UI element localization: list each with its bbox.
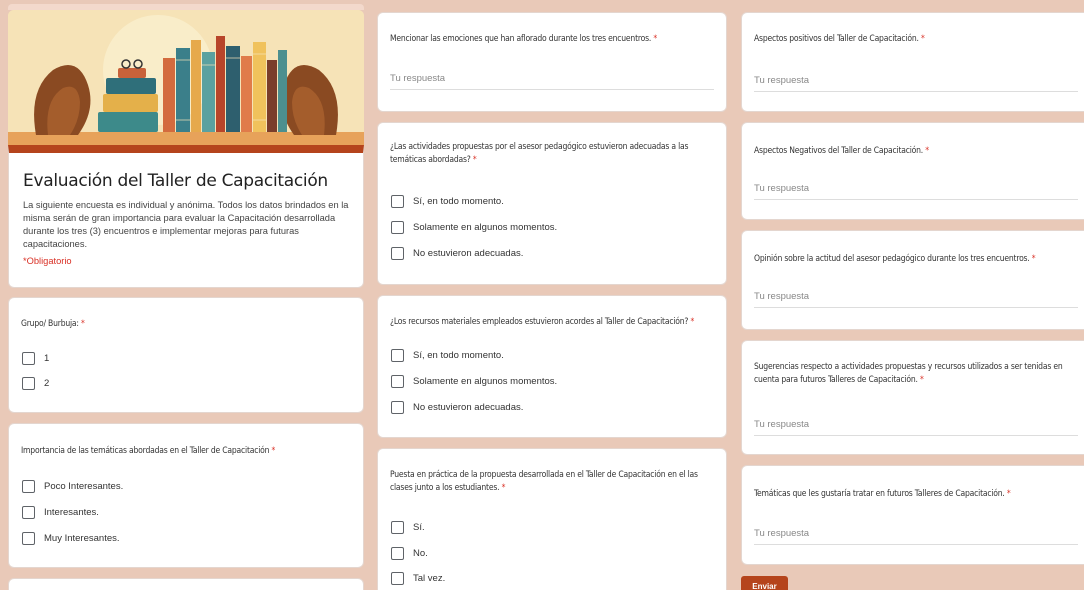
question-card-importancia: Importancia de las temáticas abordadas e… — [8, 423, 364, 568]
question-card-sugerencias: Sugerencias respecto a actividades propu… — [741, 340, 1084, 455]
checkbox-icon[interactable] — [391, 521, 404, 534]
question-card-opinion: Opinión sobre la actitud del asesor peda… — [741, 230, 1084, 330]
checkbox-icon[interactable] — [391, 221, 404, 234]
question-label: Puesta en práctica de la propuesta desar… — [390, 470, 698, 493]
question-label: ¿Los recursos materiales empleados estuv… — [390, 317, 695, 327]
question-label: ¿Las actividades propuestas por el aseso… — [390, 142, 689, 165]
checkbox-icon[interactable] — [391, 349, 404, 362]
checkbox-option[interactable]: Solamente en algunos momentos. — [391, 221, 557, 234]
checkbox-icon[interactable] — [22, 352, 35, 365]
checkbox-option[interactable]: Tal vez. — [391, 572, 445, 585]
checkbox-icon[interactable] — [22, 532, 35, 545]
bookshelf-illustration — [8, 10, 364, 145]
checkbox-option[interactable]: 2 — [22, 377, 49, 390]
checkbox-option[interactable]: Interesantes. — [22, 506, 99, 519]
required-note: *Obligatorio — [23, 256, 72, 266]
question-label: Sugerencias respecto a actividades propu… — [754, 362, 1063, 385]
checkbox-icon[interactable] — [22, 506, 35, 519]
question-label: Mencionar las emociones que han aflorado… — [390, 34, 657, 44]
checkbox-icon[interactable] — [391, 572, 404, 585]
checkbox-icon[interactable] — [391, 547, 404, 560]
checkbox-icon[interactable] — [391, 195, 404, 208]
question-card-positivos: Aspectos positivos del Taller de Capacit… — [741, 12, 1084, 112]
checkbox-icon[interactable] — [391, 247, 404, 260]
checkbox-option[interactable]: No estuvieron adecuadas. — [391, 247, 523, 260]
form-column-3: Aspectos positivos del Taller de Capacit… — [733, 0, 1084, 590]
question-card-emociones: Mencionar las emociones que han aflorado… — [377, 12, 727, 112]
question-card-practica: Puesta en práctica de la propuesta desar… — [377, 448, 727, 590]
answer-input[interactable]: Tu respuesta — [754, 419, 1078, 436]
checkbox-icon[interactable] — [391, 401, 404, 414]
question-label: Opinión sobre la actitud del asesor peda… — [754, 254, 1036, 264]
form-column-1: Evaluación del Taller de Capacitación La… — [0, 0, 370, 590]
question-label: Aspectos Negativos del Taller de Capacit… — [754, 146, 929, 156]
header-banner-image — [8, 10, 364, 145]
question-card-negativos: Aspectos Negativos del Taller de Capacit… — [741, 122, 1084, 220]
checkbox-icon[interactable] — [391, 375, 404, 388]
question-label: Grupo/ Burbuja: * — [21, 319, 85, 329]
checkbox-option[interactable]: Sí, en todo momento. — [391, 195, 504, 208]
question-card-actividades: ¿Las actividades propuestas por el aseso… — [377, 122, 727, 285]
checkbox-option[interactable]: Sí, en todo momento. — [391, 349, 504, 362]
answer-input[interactable]: Tu respuesta — [754, 291, 1078, 308]
form-title: Evaluación del Taller de Capacitación — [23, 171, 328, 191]
checkbox-option[interactable]: No. — [391, 547, 428, 560]
checkbox-option[interactable]: Solamente en algunos momentos. — [391, 375, 557, 388]
checkbox-option[interactable]: 1 — [22, 352, 49, 365]
answer-input[interactable]: Tu respuesta — [754, 528, 1078, 545]
question-label: Aspectos positivos del Taller de Capacit… — [754, 34, 925, 44]
checkbox-option[interactable]: Poco Interesantes. — [22, 480, 123, 493]
form-column-2: Mencionar las emociones que han aflorado… — [370, 0, 733, 590]
answer-input[interactable]: Tu respuesta — [390, 73, 714, 90]
checkbox-option[interactable]: No estuvieron adecuadas. — [391, 401, 523, 414]
question-card-partial — [8, 578, 364, 590]
checkbox-option[interactable]: Muy Interesantes. — [22, 532, 120, 545]
form-title-card: Evaluación del Taller de Capacitación La… — [8, 145, 364, 288]
answer-input[interactable]: Tu respuesta — [754, 183, 1078, 200]
checkbox-icon[interactable] — [22, 377, 35, 390]
form-description: La siguiente encuesta es individual y an… — [23, 200, 349, 250]
checkbox-icon[interactable] — [22, 480, 35, 493]
question-card-grupo: Grupo/ Burbuja: * 1 2 — [8, 297, 364, 413]
question-card-tematicas: Temáticas que les gustaría tratar en fut… — [741, 465, 1084, 565]
checkbox-option[interactable]: Sí. — [391, 521, 425, 534]
answer-input[interactable]: Tu respuesta — [754, 75, 1078, 92]
question-label: Importancia de las temáticas abordadas e… — [21, 446, 276, 456]
question-card-recursos: ¿Los recursos materiales empleados estuv… — [377, 295, 727, 438]
question-label: Temáticas que les gustaría tratar en fut… — [754, 489, 1011, 499]
submit-button[interactable]: Enviar — [741, 576, 788, 590]
